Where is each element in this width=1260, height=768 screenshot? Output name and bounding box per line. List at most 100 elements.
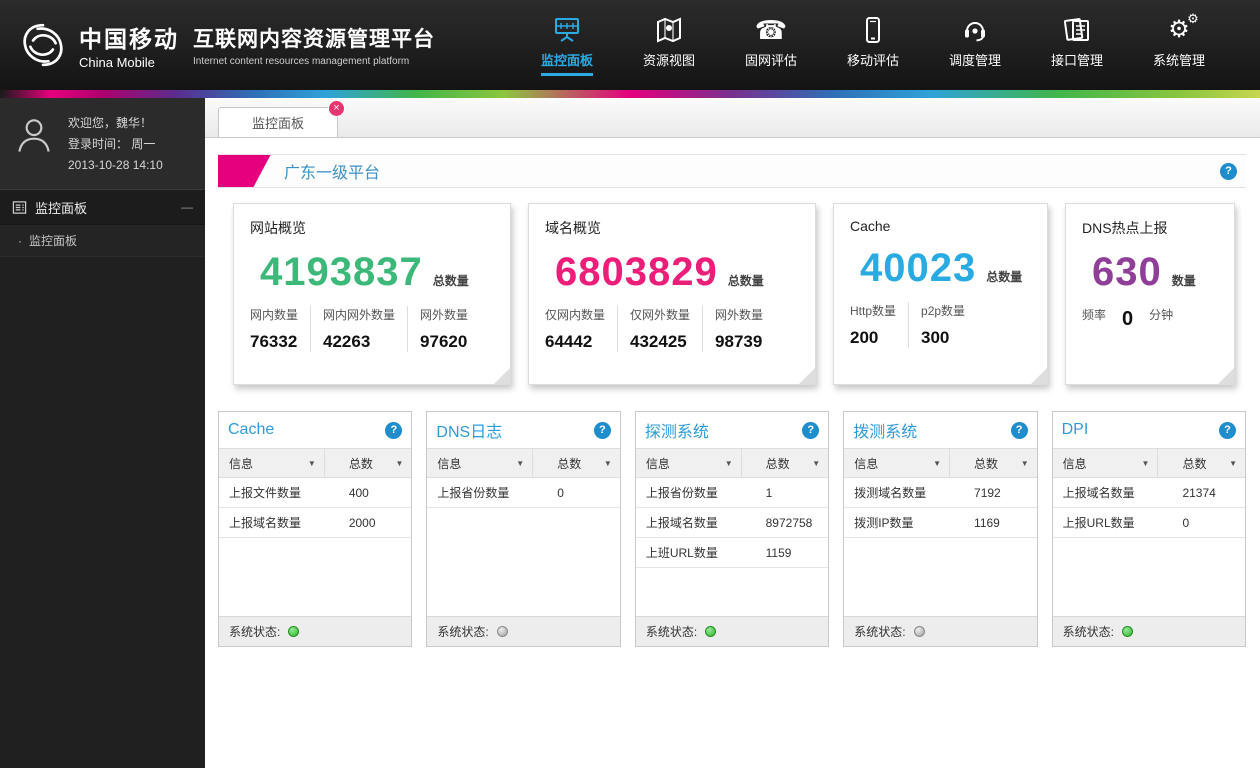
card-title: DNS热点上报 — [1082, 218, 1218, 238]
stat-cards-row: 网站概览 4193837 总数量 网内数量 76332 网内网外数量 42263… — [233, 203, 1252, 385]
dashboard-icon — [552, 15, 582, 45]
sidebar-menu-label: 监控面板 — [35, 198, 87, 217]
nav-item-system-mgmt[interactable]: ⚙ ⚙ 系统管理 — [1144, 15, 1214, 76]
card-sub-stat: 网内网外数量 42263 — [310, 306, 407, 352]
nav-label: 调度管理 — [949, 50, 1001, 73]
panel-cache: Cache ? 信息▼ 总数▼ 上报文件数量 400 上报域名数量 2000 系… — [218, 411, 412, 647]
nav-label: 接口管理 — [1051, 50, 1103, 73]
table-header: 信息▼ 总数▼ — [636, 448, 828, 478]
dropdown-caret-icon[interactable]: ▼ — [395, 459, 403, 468]
nav-item-monitor-panel[interactable]: 监控面板 — [532, 15, 602, 76]
card-big-value: 40023 — [860, 248, 976, 288]
section-header: 广东一级平台 ? — [218, 154, 1246, 188]
card-big-value: 4193837 — [260, 252, 423, 292]
table-row: 上班URL数量 1159 — [636, 538, 828, 568]
brand-name-en: China Mobile — [79, 55, 179, 70]
mobile-icon — [858, 15, 888, 45]
panel-title: 探测系统 — [645, 418, 709, 442]
dropdown-caret-icon[interactable]: ▼ — [308, 459, 316, 468]
tab-label: 监控面板 — [252, 113, 304, 132]
table-row: 上报域名数量 8972758 — [636, 508, 828, 538]
main-content: 监控面板 × 广东一级平台 ? 网站概览 4193837 总数量 网内数量 76… — [205, 98, 1260, 768]
panel-probe-system: 探测系统 ? 信息▼ 总数▼ 上报省份数量 1 上报域名数量 8972758 上… — [635, 411, 829, 647]
help-icon[interactable]: ? — [1011, 422, 1028, 439]
dropdown-caret-icon[interactable]: ▼ — [1229, 459, 1237, 468]
status-label: 系统状态: — [1063, 623, 1114, 640]
pink-ribbon — [218, 155, 271, 187]
dropdown-caret-icon[interactable]: ▼ — [725, 459, 733, 468]
panel-title: 拨测系统 — [853, 418, 917, 442]
status-dot — [914, 626, 925, 637]
brand-name-cn: 中国移动 — [79, 20, 179, 54]
nav-item-mobile-eval[interactable]: 移动评估 — [838, 15, 908, 76]
card-title: Cache — [850, 218, 1031, 234]
nav-item-resource-view[interactable]: 资源视图 — [634, 15, 704, 76]
help-icon[interactable]: ? — [1220, 163, 1237, 180]
panel-status-bar: 系统状态: — [427, 616, 619, 646]
help-icon[interactable]: ? — [594, 422, 611, 439]
sidebar-submenu-label: 监控面板 — [29, 232, 77, 249]
nav-item-interface-mgmt[interactable]: 接口管理 — [1042, 15, 1112, 76]
top-bar: 中国移动 China Mobile 互联网内容资源管理平台 Internet c… — [0, 0, 1260, 90]
help-icon[interactable]: ? — [1219, 422, 1236, 439]
card-title: 域名概览 — [545, 218, 799, 238]
status-dot — [705, 626, 716, 637]
table-row: 上报URL数量 0 — [1053, 508, 1245, 538]
section-title: 广东一级平台 — [284, 159, 380, 183]
card-sub-stat: 网外数量 98739 — [702, 306, 775, 352]
status-label: 系统状态: — [437, 623, 488, 640]
avatar — [12, 113, 56, 157]
card-sub-stat: 仅网内数量 64442 — [545, 306, 617, 352]
close-icon[interactable]: × — [328, 100, 345, 117]
card-sub-stat: 仅网外数量 432425 — [617, 306, 702, 352]
dropdown-caret-icon[interactable]: ▼ — [604, 459, 612, 468]
panel-status-bar: 系统状态: — [636, 616, 828, 646]
table-row: 上报省份数量 0 — [427, 478, 619, 508]
status-label: 系统状态: — [854, 623, 905, 640]
dropdown-caret-icon[interactable]: ▼ — [812, 459, 820, 468]
help-icon[interactable]: ? — [385, 422, 402, 439]
documents-icon — [1062, 15, 1092, 45]
dropdown-caret-icon[interactable]: ▼ — [933, 459, 941, 468]
dropdown-caret-icon[interactable]: ▼ — [1021, 459, 1029, 468]
table-row: 拨测域名数量 7192 — [844, 478, 1036, 508]
rainbow-stripe — [0, 90, 1260, 98]
platform-title-block: 互联网内容资源管理平台 Internet content resources m… — [193, 23, 435, 67]
dropdown-caret-icon[interactable]: ▼ — [516, 459, 524, 468]
table-header: 信息▼ 总数▼ — [844, 448, 1036, 478]
panel-dpi: DPI ? 信息▼ 总数▼ 上报域名数量 21374 上报URL数量 0 系统状… — [1052, 411, 1246, 647]
bullet-icon: · — [18, 234, 22, 248]
sidebar-item-monitor-panel[interactable]: 监控面板 — — [0, 189, 205, 225]
card-big-label: 总数量 — [986, 268, 1022, 285]
platform-subtitle: Internet content resources management pl… — [193, 56, 435, 67]
china-mobile-logo-mark — [16, 18, 70, 72]
card-big-label: 总数量 — [728, 272, 764, 289]
nav-item-dispatch-mgmt[interactable]: 调度管理 — [940, 15, 1010, 76]
panel-dial-test-system: 拨测系统 ? 信息▼ 总数▼ 拨测域名数量 7192 拨测IP数量 1169 系… — [843, 411, 1037, 647]
panel-status-bar: 系统状态: — [844, 616, 1036, 646]
login-time-label: 登录时间： 周一 — [68, 134, 163, 155]
table-row: 拨测IP数量 1169 — [844, 508, 1036, 538]
card-big-label: 数量 — [1172, 272, 1196, 289]
nav-item-fixed-network-eval[interactable]: ☎ 固网评估 — [736, 15, 806, 76]
dropdown-caret-icon[interactable]: ▼ — [1142, 459, 1150, 468]
collapse-icon[interactable]: — — [181, 200, 193, 214]
table-row: 上报域名数量 21374 — [1053, 478, 1245, 508]
card-big-label: 总数量 — [433, 272, 469, 289]
system-panels-row: Cache ? 信息▼ 总数▼ 上报文件数量 400 上报域名数量 2000 系… — [218, 411, 1246, 647]
welcome-text: 欢迎您，魏华！ — [68, 113, 163, 134]
sidebar-subitem-monitor-panel[interactable]: · 监控面板 — [0, 225, 205, 257]
panel-status-bar: 系统状态: — [219, 616, 411, 646]
phone-icon: ☎ — [755, 15, 787, 45]
tab-monitor-panel[interactable]: 监控面板 × — [218, 107, 338, 137]
nav-label: 移动评估 — [847, 50, 899, 73]
gears-icon: ⚙ ⚙ — [1168, 15, 1190, 45]
china-mobile-logo: 中国移动 China Mobile — [16, 18, 179, 72]
nav-label: 固网评估 — [745, 50, 797, 73]
card-sub-stat: p2p数量 300 — [908, 302, 977, 348]
panel-title: DNS日志 — [436, 418, 502, 442]
panel-title: DPI — [1062, 421, 1089, 439]
card-big-value: 630 — [1092, 252, 1162, 292]
table-row: 上报文件数量 400 — [219, 478, 411, 508]
help-icon[interactable]: ? — [802, 422, 819, 439]
